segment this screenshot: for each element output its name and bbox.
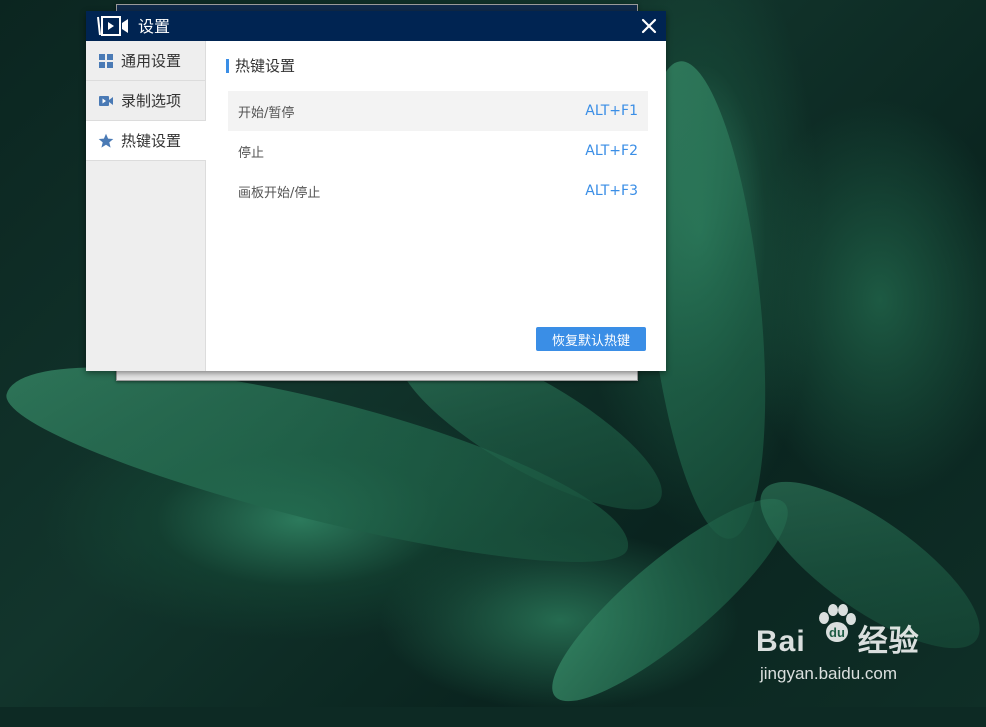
star-icon xyxy=(98,133,114,148)
hotkey-key[interactable]: ALT+F1 xyxy=(585,103,638,119)
svg-text:du: du xyxy=(829,625,845,640)
hotkey-name: 开始/暂停 xyxy=(238,105,295,121)
restore-default-hotkeys-button[interactable]: 恢复默认热键 xyxy=(536,327,646,351)
sidebar-item-general[interactable]: 通用设置 xyxy=(86,41,205,81)
camera-icon xyxy=(99,95,113,106)
watermark-url: jingyan.baidu.com xyxy=(760,664,898,683)
dialog-body: 通用设置 录制选项 热键设置 热键设置 开始/暂停 ALT+F1 停止 ALT+… xyxy=(86,41,666,371)
hotkey-settings-panel: 热键设置 开始/暂停 ALT+F1 停止 ALT+F2 画板开始/停止 ALT+… xyxy=(206,41,666,371)
section-title-text: 热键设置 xyxy=(235,57,296,75)
section-title-marker xyxy=(226,58,229,73)
baidu-jingyan-watermark: Bai 经验 du jingyan.baidu.com xyxy=(756,602,966,692)
dialog-titlebar[interactable]: 设置 xyxy=(86,11,666,41)
grid-icon xyxy=(99,53,113,68)
hotkey-row-stop[interactable]: 停止 ALT+F2 xyxy=(228,131,648,171)
sidebar-item-recording[interactable]: 录制选项 xyxy=(86,81,205,121)
app-logo-icon xyxy=(97,16,128,36)
settings-sidebar: 通用设置 录制选项 热键设置 xyxy=(86,41,206,371)
section-title: 热键设置 xyxy=(226,55,295,76)
sidebar-item-label: 通用设置 xyxy=(121,52,182,70)
hotkey-key[interactable]: ALT+F2 xyxy=(585,143,638,159)
hotkey-name: 画板开始/停止 xyxy=(238,185,321,201)
watermark-brand-right: 经验 xyxy=(857,625,920,658)
paw-icon: du xyxy=(819,604,856,642)
watermark-brand-left: Bai xyxy=(756,625,806,658)
hotkey-row-start-pause[interactable]: 开始/暂停 ALT+F1 xyxy=(228,91,648,131)
hotkey-name: 停止 xyxy=(238,145,265,161)
close-button[interactable] xyxy=(638,15,660,37)
sidebar-item-label: 录制选项 xyxy=(121,92,182,110)
hotkey-key[interactable]: ALT+F3 xyxy=(585,183,638,199)
sidebar-item-hotkeys[interactable]: 热键设置 xyxy=(86,121,206,161)
dialog-title: 设置 xyxy=(138,17,171,36)
settings-dialog: 设置 通用设置 录制选项 热键设置 热键设置 开始/暂停 ALT+F1 停止 A… xyxy=(86,11,666,371)
sidebar-item-label: 热键设置 xyxy=(121,132,182,150)
hotkey-list: 开始/暂停 ALT+F1 停止 ALT+F2 画板开始/停止 ALT+F3 xyxy=(228,91,648,211)
hotkey-row-drawboard[interactable]: 画板开始/停止 ALT+F3 xyxy=(228,171,648,211)
